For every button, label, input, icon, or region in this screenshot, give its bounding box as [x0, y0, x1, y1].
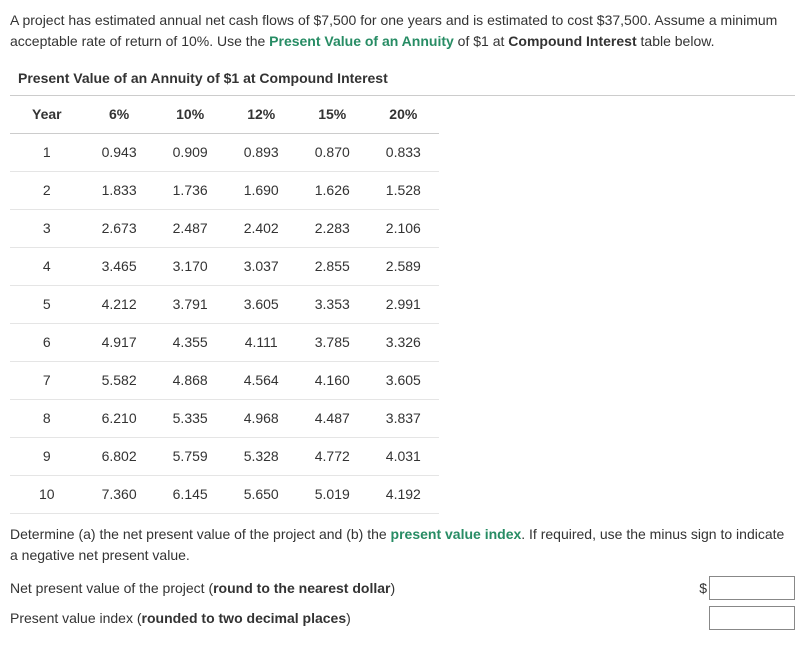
table-cell: 1.626 — [297, 172, 368, 210]
table-cell: 6.802 — [84, 438, 155, 476]
table-row: 64.9174.3554.1113.7853.326 — [10, 324, 439, 362]
table-cell: 5 — [10, 286, 84, 324]
table-cell: 3.465 — [84, 248, 155, 286]
npv-row: Net present value of the project (round … — [10, 576, 795, 600]
table-cell: 5.019 — [297, 476, 368, 514]
table-cell: 2.991 — [368, 286, 439, 324]
table-cell: 4 — [10, 248, 84, 286]
table-header-row: Year6%10%12%15%20% — [10, 96, 439, 134]
pvi-input-group — [709, 606, 795, 630]
table-row: 96.8025.7595.3284.7724.031 — [10, 438, 439, 476]
table-cell: 4.160 — [297, 362, 368, 400]
table-header-cell: 20% — [368, 96, 439, 134]
intro-highlight: Present Value of an Annuity — [269, 33, 454, 49]
table-cell: 5.759 — [155, 438, 226, 476]
table-cell: 3.605 — [226, 286, 297, 324]
intro-text-2: of $1 at — [454, 33, 508, 49]
pvi-label: Present value index (rounded to two deci… — [10, 608, 351, 629]
table-cell: 0.833 — [368, 134, 439, 172]
table-cell: 6.210 — [84, 400, 155, 438]
npv-input-group: $ — [699, 576, 795, 600]
table-cell: 3.837 — [368, 400, 439, 438]
table-row: 54.2123.7913.6053.3532.991 — [10, 286, 439, 324]
table-cell: 1.690 — [226, 172, 297, 210]
table-cell: 3.785 — [297, 324, 368, 362]
table-cell: 0.870 — [297, 134, 368, 172]
table-body: 10.9430.9090.8930.8700.83321.8331.7361.6… — [10, 134, 439, 514]
npv-label: Net present value of the project (round … — [10, 578, 395, 599]
table-cell: 5.582 — [84, 362, 155, 400]
table-cell: 4.212 — [84, 286, 155, 324]
table-cell: 3.326 — [368, 324, 439, 362]
table-row: 86.2105.3354.9684.4873.837 — [10, 400, 439, 438]
annuity-table: Year6%10%12%15%20% 10.9430.9090.8930.870… — [10, 96, 439, 514]
table-cell: 2.855 — [297, 248, 368, 286]
table-cell: 1.528 — [368, 172, 439, 210]
table-cell: 4.917 — [84, 324, 155, 362]
table-cell: 6.145 — [155, 476, 226, 514]
table-cell: 2.673 — [84, 210, 155, 248]
table-cell: 2 — [10, 172, 84, 210]
table-row: 75.5824.8684.5644.1603.605 — [10, 362, 439, 400]
table-cell: 4.772 — [297, 438, 368, 476]
table-cell: 3 — [10, 210, 84, 248]
table-header-cell: Year — [10, 96, 84, 134]
problem-statement: A project has estimated annual net cash … — [10, 10, 795, 52]
table-cell: 3.353 — [297, 286, 368, 324]
table-cell: 4.564 — [226, 362, 297, 400]
pvi-row: Present value index (rounded to two deci… — [10, 606, 795, 630]
table-cell: 9 — [10, 438, 84, 476]
table-cell: 8 — [10, 400, 84, 438]
table-cell: 3.605 — [368, 362, 439, 400]
table-cell: 6 — [10, 324, 84, 362]
question-text: Determine (a) the net present value of t… — [10, 524, 795, 566]
table-cell: 2.106 — [368, 210, 439, 248]
table-cell: 2.487 — [155, 210, 226, 248]
table-cell: 5.650 — [226, 476, 297, 514]
table-row: 107.3606.1455.6505.0194.192 — [10, 476, 439, 514]
table-cell: 4.192 — [368, 476, 439, 514]
table-cell: 1.833 — [84, 172, 155, 210]
table-cell: 7 — [10, 362, 84, 400]
pvi-input[interactable] — [709, 606, 795, 630]
table-cell: 2.589 — [368, 248, 439, 286]
table-title: Present Value of an Annuity of $1 at Com… — [10, 62, 795, 96]
table-header-cell: 15% — [297, 96, 368, 134]
table-cell: 4.487 — [297, 400, 368, 438]
table-header-cell: 6% — [84, 96, 155, 134]
table-cell: 2.283 — [297, 210, 368, 248]
table-cell: 4.031 — [368, 438, 439, 476]
question-highlight: present value index — [391, 526, 522, 542]
table-cell: 5.335 — [155, 400, 226, 438]
table-cell: 0.893 — [226, 134, 297, 172]
table-cell: 4.111 — [226, 324, 297, 362]
table-cell: 3.791 — [155, 286, 226, 324]
intro-text-3: table below. — [637, 33, 715, 49]
table-row: 10.9430.9090.8930.8700.833 — [10, 134, 439, 172]
table-header-cell: 10% — [155, 96, 226, 134]
dollar-sign: $ — [699, 578, 707, 599]
table-cell: 3.170 — [155, 248, 226, 286]
annuity-table-container: Present Value of an Annuity of $1 at Com… — [10, 62, 795, 514]
intro-bold: Compound Interest — [508, 33, 636, 49]
table-cell: 1.736 — [155, 172, 226, 210]
table-row: 43.4653.1703.0372.8552.589 — [10, 248, 439, 286]
table-cell: 4.968 — [226, 400, 297, 438]
table-cell: 7.360 — [84, 476, 155, 514]
npv-input[interactable] — [709, 576, 795, 600]
table-cell: 0.943 — [84, 134, 155, 172]
table-row: 21.8331.7361.6901.6261.528 — [10, 172, 439, 210]
table-cell: 2.402 — [226, 210, 297, 248]
table-cell: 1 — [10, 134, 84, 172]
table-cell: 5.328 — [226, 438, 297, 476]
question-part1: Determine (a) the net present value of t… — [10, 526, 391, 542]
table-cell: 3.037 — [226, 248, 297, 286]
table-cell: 0.909 — [155, 134, 226, 172]
table-cell: 10 — [10, 476, 84, 514]
table-cell: 4.355 — [155, 324, 226, 362]
table-cell: 4.868 — [155, 362, 226, 400]
table-header-cell: 12% — [226, 96, 297, 134]
table-row: 32.6732.4872.4022.2832.106 — [10, 210, 439, 248]
